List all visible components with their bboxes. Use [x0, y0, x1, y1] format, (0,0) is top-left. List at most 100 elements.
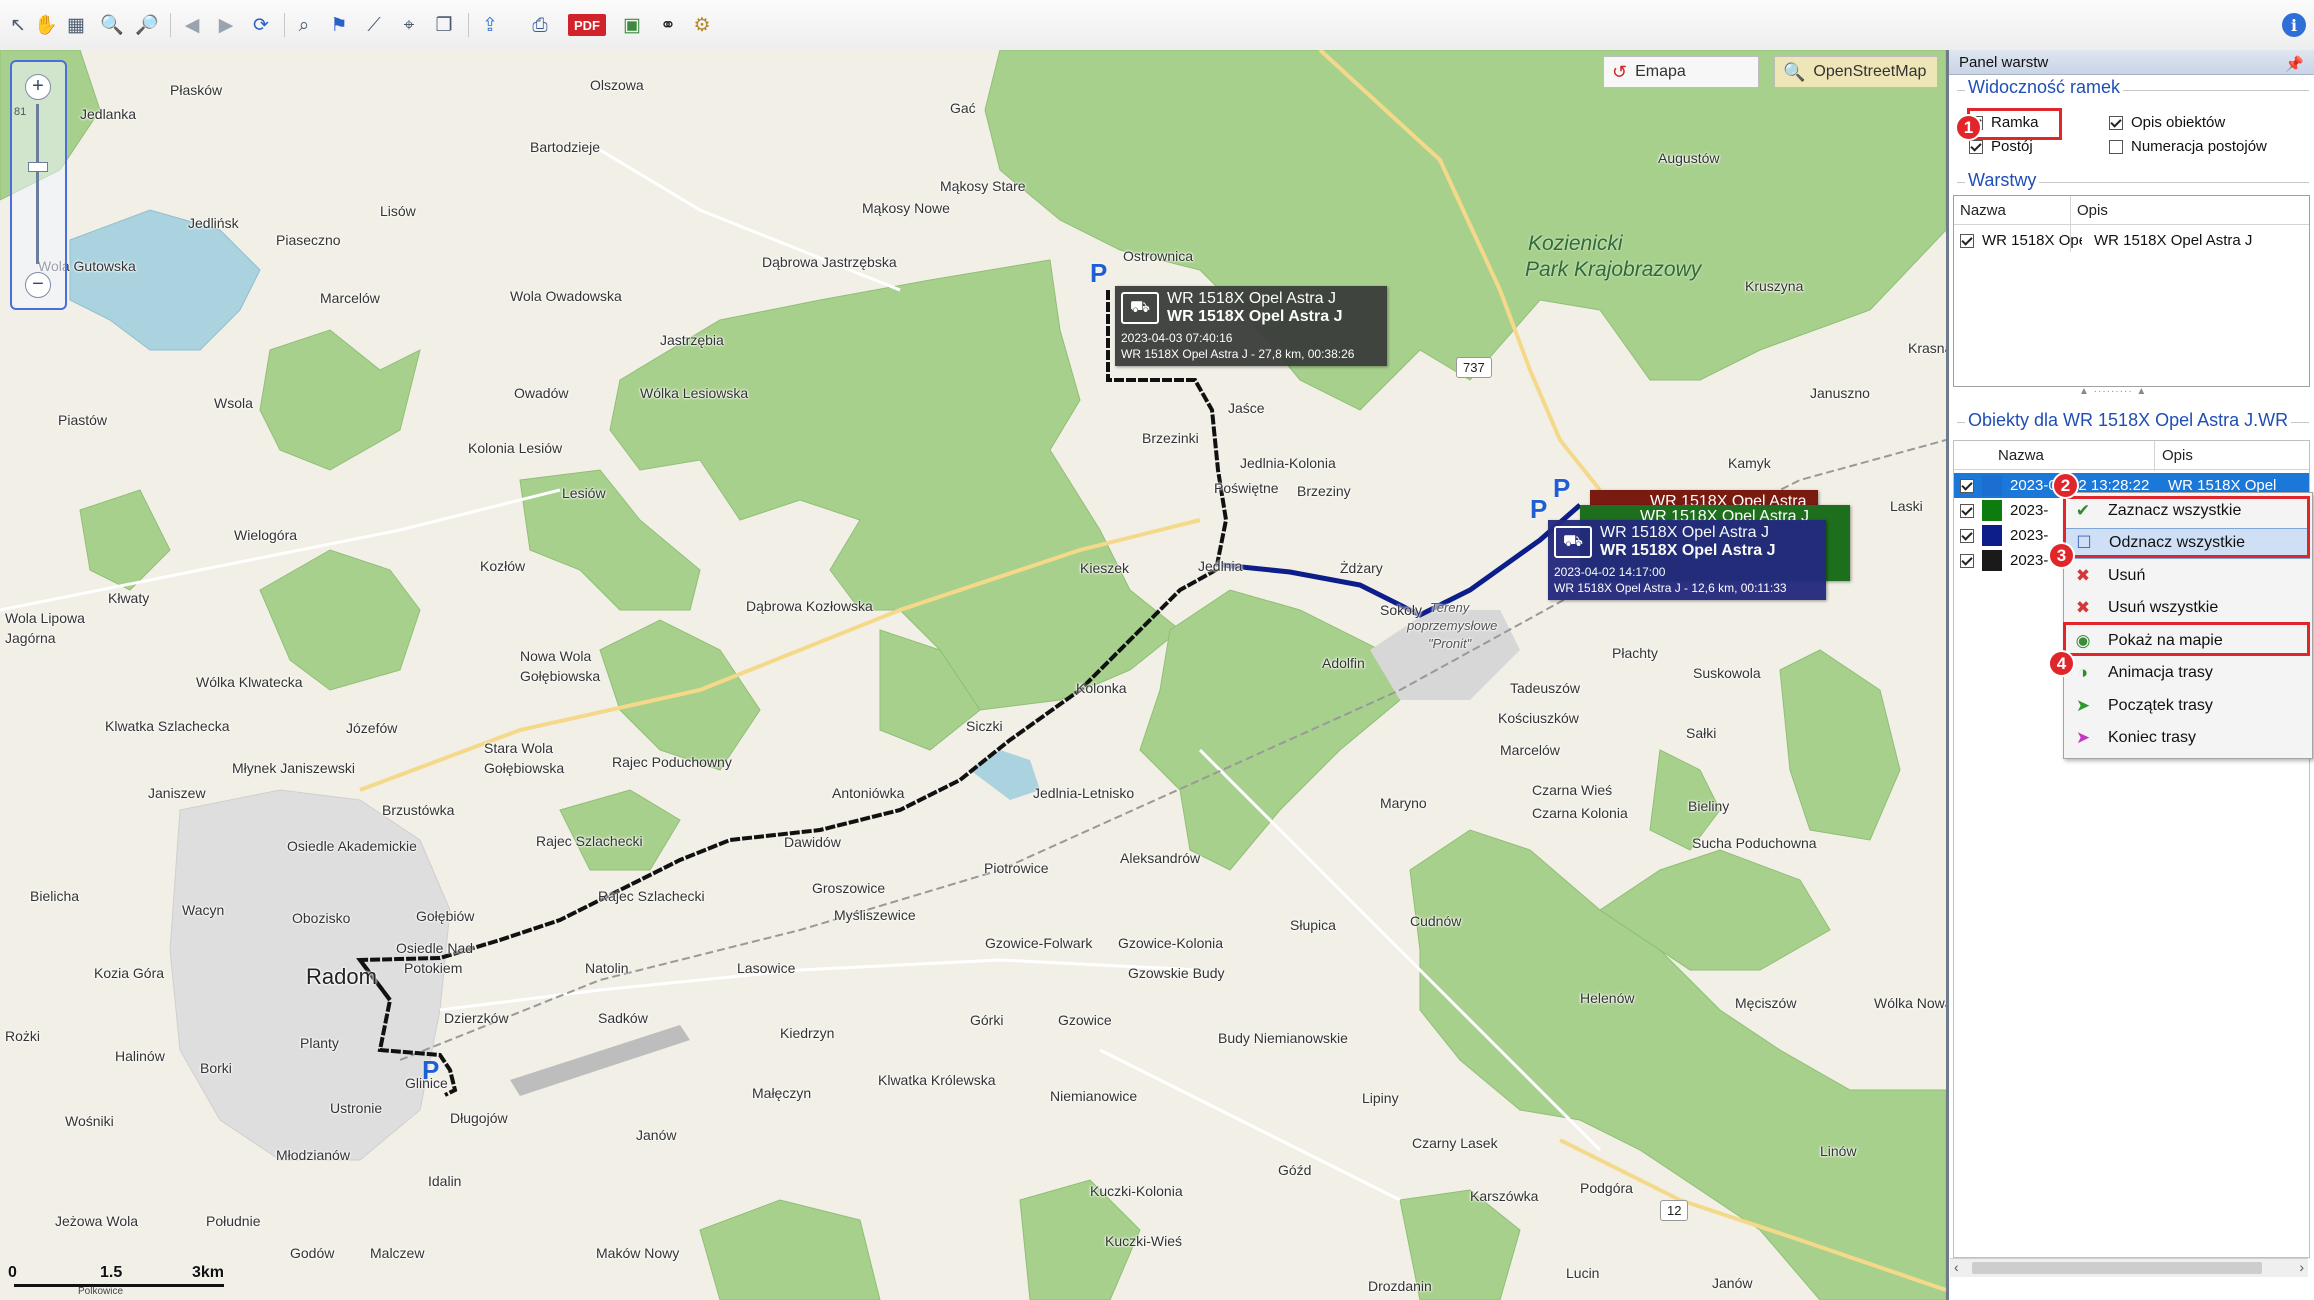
menu-item-route-end[interactable]: ➤ Koniec trasy	[2064, 723, 2310, 754]
export-icon[interactable]: ⇪	[476, 11, 504, 39]
place-label: Jedlnia-Kolonia	[1240, 455, 1336, 471]
measure-icon[interactable]: ⟋	[360, 11, 388, 39]
popup-subtitle: WR 1518X Opel Astra J	[1167, 308, 1343, 325]
checkbox-postoj[interactable]: Postój	[1969, 138, 2033, 155]
menu-item-route-start[interactable]: ➤ Początek trasy	[2064, 690, 2310, 721]
place-label: Gzowice-Kolonia	[1118, 935, 1224, 951]
tools-icon[interactable]: ⚙	[688, 11, 716, 39]
place-label: Wola Lipowa	[5, 610, 85, 626]
route-icon[interactable]: ⚑	[325, 11, 353, 39]
place-label: Czarna Kolonia	[1532, 805, 1628, 821]
place-label: Gzowice	[1058, 1012, 1112, 1028]
place-label: Kolonia Lesiów	[468, 440, 563, 456]
place-label: Kamyk	[1728, 455, 1771, 471]
place-label: Kieszek	[1080, 560, 1130, 576]
refresh-icon[interactable]: ⟳	[247, 11, 275, 39]
area-label-1: Tereny	[1430, 600, 1470, 615]
forward-icon[interactable]: ▶	[212, 11, 240, 39]
place-label: Januszno	[1810, 385, 1870, 401]
hand-icon[interactable]: ✋	[32, 11, 60, 39]
row-checkbox[interactable]	[1960, 528, 1974, 543]
emapa-label: Emapa	[1635, 63, 1686, 80]
place-label: Lesiów	[562, 485, 606, 501]
osm-button[interactable]: 🔍 OpenStreetMap	[1774, 56, 1938, 88]
search-icon[interactable]: ⌕	[290, 11, 318, 39]
scroll-thumb[interactable]	[1972, 1262, 2262, 1274]
route-popup-4[interactable]: ⛟ WR 1518X Opel Astra J WR 1518X Opel As…	[1548, 520, 1826, 600]
panel-title-text: Panel warstw	[1959, 54, 2049, 71]
place-label: Dawidów	[784, 834, 841, 850]
layer-row[interactable]: WR 1518X Opel ... WR 1518X Opel Astra J	[1954, 228, 2309, 253]
checkbox-opis-obiektow[interactable]: Opis obiektów	[2109, 114, 2225, 131]
route-popup-1[interactable]: ⛟ WR 1518X Opel Astra J WR 1518X Opel As…	[1115, 286, 1387, 366]
pin-icon[interactable]: 📌	[2285, 52, 2304, 77]
place-label: Czarny Lasek	[1412, 1135, 1498, 1151]
zoom-control[interactable]: + 81 −	[10, 60, 67, 310]
place-label: Kuczki-Kolonia	[1090, 1183, 1183, 1199]
splitter-handle[interactable]: ▲ ········· ▲	[2079, 386, 2147, 397]
place-label: Planty	[300, 1035, 339, 1051]
menu-item-delete[interactable]: ✖ Usuń	[2064, 560, 2310, 591]
place-label: Sokoły	[1380, 602, 1423, 618]
print-icon[interactable]: ⎙	[526, 11, 554, 39]
place-label: Dąbrowa Jastrzębska	[762, 254, 897, 270]
zoom-plus-button[interactable]: +	[25, 74, 51, 100]
scroll-right-icon[interactable]: ›	[2299, 1259, 2304, 1275]
place-label: Antoniówka	[832, 785, 905, 801]
zoom-track[interactable]	[36, 104, 39, 264]
parking-marker-4[interactable]: P	[422, 1055, 439, 1086]
place-label: Piaseczno	[276, 232, 341, 248]
menu-item-delete-all[interactable]: ✖ Usuń wszystkie	[2064, 593, 2310, 624]
scale-end: 3km	[192, 1264, 225, 1281]
menu-item-animation[interactable]: ◑ Animacja trasy	[2064, 658, 2310, 689]
scroll-left-icon[interactable]: ‹	[1954, 1259, 1959, 1275]
back-icon[interactable]: ◀	[178, 11, 206, 39]
place-label: Olszowa	[590, 77, 644, 93]
place-label: Rajec Szlachecki	[536, 833, 643, 849]
place-label: Dąbrowa Kozłowska	[746, 598, 873, 614]
place-label: Dzierzków	[444, 1010, 509, 1026]
zoom-out-icon[interactable]: 🔎	[133, 11, 161, 39]
map-view[interactable]: Płasków Jedlanka Olszowa Gać Bartodzieje Augu…	[0, 50, 1946, 1300]
route-start-icon: ➤	[2075, 695, 2091, 715]
column-header-name[interactable]: Nazwa	[1960, 202, 2006, 219]
parking-marker-2[interactable]: P	[1530, 494, 1547, 525]
column-header-desc[interactable]: Opis	[2162, 447, 2193, 464]
zoom-level: 81	[14, 106, 27, 118]
image-icon[interactable]: ▣	[618, 11, 646, 39]
select-area-icon[interactable]: ▦	[62, 11, 90, 39]
emapa-icon: ↺	[1612, 61, 1628, 82]
place-label: Kruszyna	[1745, 278, 1804, 294]
binoculars-icon[interactable]: ⚭	[654, 11, 682, 39]
column-header-name[interactable]: Nazwa	[1998, 447, 2044, 464]
zoom-in-icon[interactable]: 🔍	[98, 11, 126, 39]
objects-group-title: Obiekty dla WR 1518X Opel Astra J.WR	[1965, 410, 2292, 431]
osm-icon: 🔍	[1783, 61, 1806, 82]
row-checkbox[interactable]	[1960, 478, 1974, 493]
place-label: Rożki	[5, 1028, 41, 1044]
column-header-desc[interactable]: Opis	[2077, 202, 2108, 219]
layers-icon[interactable]: ❐	[430, 11, 458, 39]
place-label: Małęczyn	[752, 1085, 812, 1101]
horizontal-scrollbar[interactable]: ‹ ›	[1950, 1258, 2308, 1277]
place-label: Ustronie	[330, 1100, 383, 1116]
emapa-button[interactable]: ↺ Emapa	[1603, 56, 1759, 88]
menu-item-label: Koniec trasy	[2108, 729, 2197, 746]
zoom-slider-handle[interactable]	[28, 162, 48, 172]
parking-marker-3[interactable]: P	[1553, 473, 1570, 504]
parking-marker-1[interactable]: P	[1090, 258, 1107, 289]
place-label: Jeżowa Wola	[55, 1213, 139, 1229]
cursor-icon[interactable]: ↖	[4, 11, 32, 39]
info-icon[interactable]: i	[2282, 13, 2306, 37]
place-label: Kiedrzyn	[780, 1025, 835, 1041]
pdf-icon[interactable]: PDF	[568, 14, 606, 36]
place-label: Góźd	[1278, 1162, 1312, 1178]
zoom-minus-button[interactable]: −	[25, 272, 51, 298]
place-label: Gać	[950, 100, 976, 116]
row-checkbox[interactable]	[1960, 503, 1974, 518]
select-icon[interactable]: ⌖	[395, 11, 423, 39]
place-label: Wośniki	[65, 1113, 114, 1129]
visibility-group-title: Widoczność ramek	[1965, 77, 2124, 98]
row-checkbox[interactable]	[1960, 553, 1974, 568]
checkbox-numeracja-postojow[interactable]: Numeracja postojów	[2109, 138, 2267, 155]
